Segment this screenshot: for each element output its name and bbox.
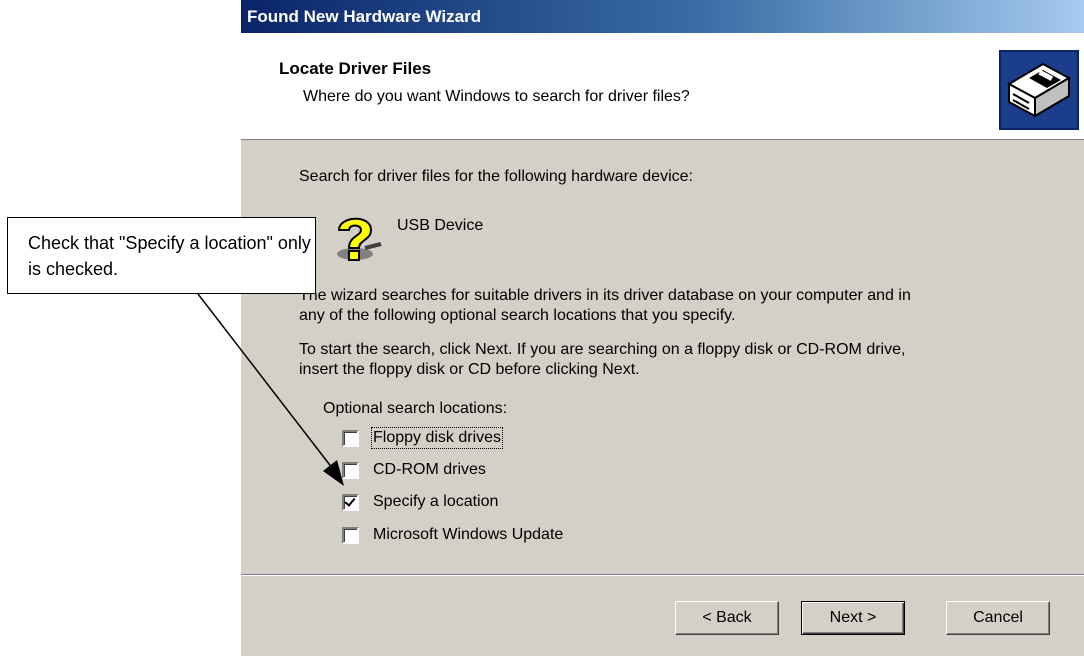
footer-divider (241, 574, 1084, 576)
page-title: Locate Driver Files (279, 59, 432, 78)
intro-text: Search for driver files for the followin… (299, 168, 693, 185)
window-title: Found New Hardware Wizard (241, 0, 1084, 33)
option-cd-rom-drives[interactable]: CD-ROM drives (342, 458, 486, 482)
windows-update-checkbox[interactable] (342, 526, 359, 544)
option-microsoft-windows-update[interactable]: Microsoft Windows Update (342, 523, 563, 547)
back-button[interactable]: < Back (675, 601, 779, 635)
specify-location-label[interactable]: Specify a location (373, 493, 498, 511)
options-label: Optional search locations: (323, 400, 508, 417)
option-specify-a-location[interactable]: Specify a location (342, 490, 498, 514)
annotation-callout: Check that "Specify a location" only is … (7, 217, 316, 294)
windows-update-label[interactable]: Microsoft Windows Update (373, 526, 563, 544)
next-button[interactable]: Next > (801, 601, 905, 635)
cd-rom-checkbox[interactable] (342, 461, 359, 479)
description-line-2: any of the following optional search loc… (299, 307, 736, 324)
instruction-line-2: insert the floppy disk or CD before clic… (299, 361, 640, 378)
hardware-install-icon (999, 50, 1079, 130)
page-subtitle: Where do you want Windows to search for … (303, 88, 690, 105)
option-floppy-disk-drives[interactable]: Floppy disk drives (342, 426, 504, 450)
floppy-checkbox[interactable] (342, 429, 359, 447)
specify-location-checkbox[interactable] (342, 493, 359, 511)
instruction-line-1: To start the search, click Next. If you … (299, 341, 906, 358)
description-line-1: The wizard searches for suitable drivers… (299, 287, 911, 304)
unknown-device-question-icon (337, 217, 382, 261)
wizard-header: Locate Driver Files Where do you want Wi… (241, 33, 1084, 140)
floppy-label[interactable]: Floppy disk drives (370, 427, 504, 449)
device-name: USB Device (397, 217, 484, 234)
cd-rom-label[interactable]: CD-ROM drives (373, 461, 486, 479)
wizard-window: Found New Hardware Wizard Locate Driver … (240, 0, 1084, 656)
callout-text: Check that "Specify a location" only is … (28, 233, 311, 279)
cancel-button[interactable]: Cancel (946, 601, 1050, 635)
